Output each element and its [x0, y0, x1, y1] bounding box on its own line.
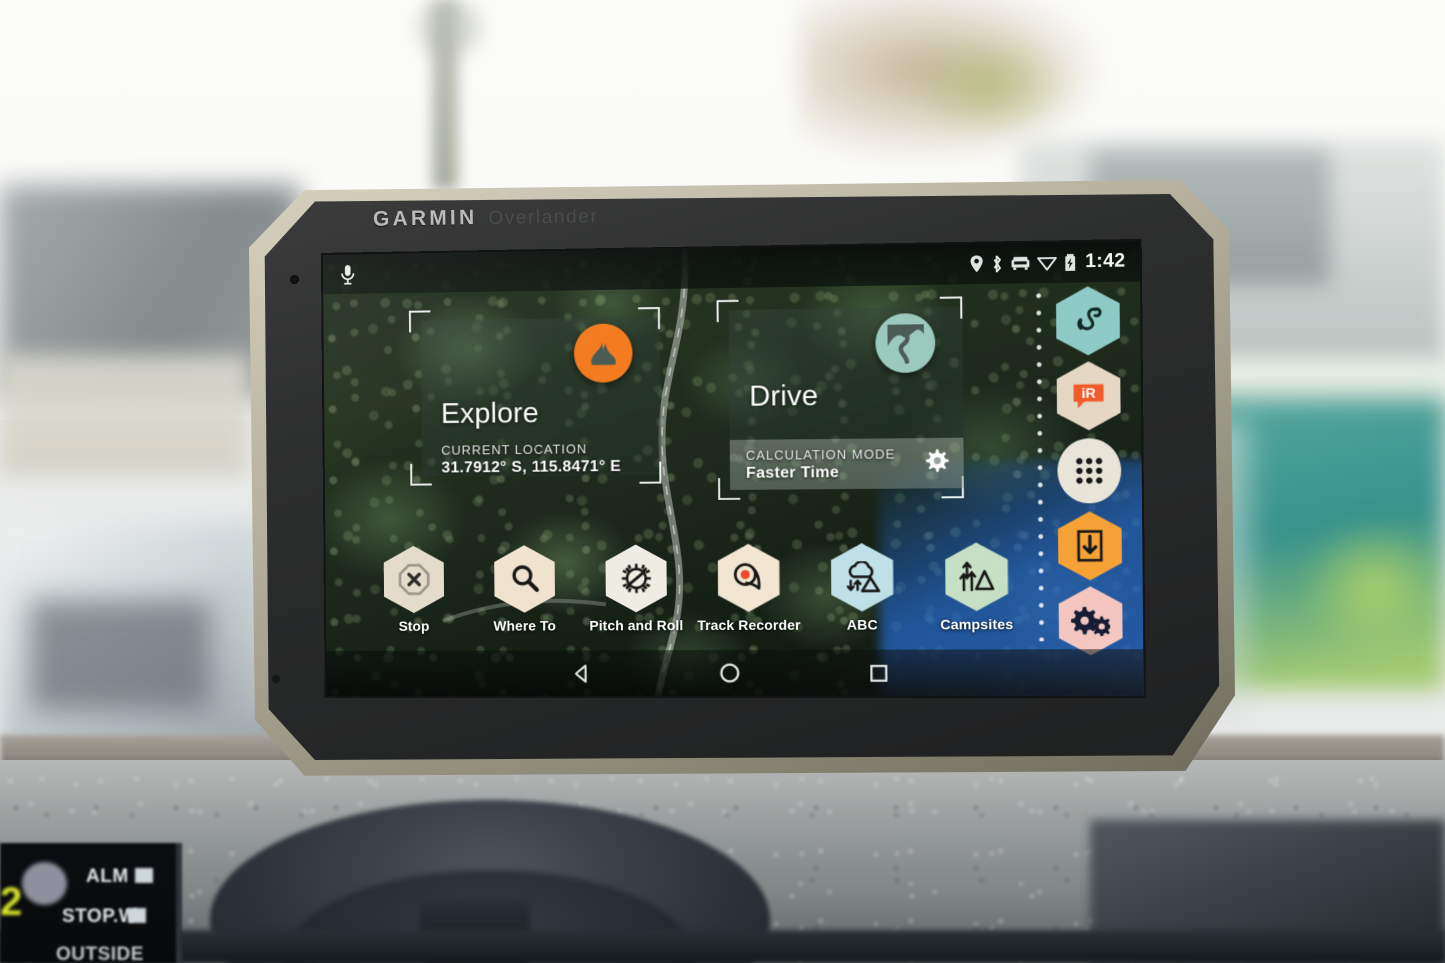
app-shortcut-stop[interactable]: Stop — [358, 546, 469, 653]
cluster-label-alm: ALM — [86, 866, 129, 887]
campsites-hex[interactable] — [945, 542, 1009, 611]
background-car-shadow — [30, 600, 210, 710]
bracket-top-right — [939, 296, 963, 319]
explore-card-title: Explore — [440, 397, 539, 430]
bracket-bottom-right — [639, 461, 662, 484]
explore-location-block: CURRENT LOCATION 31.7912° S, 115.8471° E — [441, 441, 621, 477]
bracket-top-right — [637, 306, 661, 330]
app-shortcut-abc[interactable]: ABC — [805, 543, 920, 652]
home-cards: Explore CURRENT LOCATION 31.7912° S, 115… — [323, 282, 1142, 541]
stop-hex[interactable] — [383, 546, 444, 613]
background-bush — [1300, 520, 1445, 660]
status-bar-icons: 1:42 — [970, 250, 1126, 275]
abc-hex[interactable] — [830, 543, 893, 612]
cluster-label-stopw: STOP.W — [62, 906, 138, 927]
bracket-top-left — [408, 310, 431, 333]
dock-item-phone[interactable] — [1056, 286, 1120, 356]
model-name: Overlander — [488, 206, 599, 229]
search-magnifier-icon — [508, 563, 540, 595]
device-screen[interactable]: 1:42 Explore CURRENT LOCATION 31.7912° S… — [322, 240, 1144, 697]
vehicle-icon — [1010, 255, 1030, 271]
device-branding: GARMIN Overlander — [373, 204, 599, 232]
app-shortcut-pitch-and-roll[interactable]: Pitch and Roll — [580, 544, 693, 652]
bracket-bottom-left — [410, 463, 432, 486]
wifi-icon — [1037, 255, 1057, 272]
garmin-overlander-device: GARMIN Overlander 1:42 Explore CURRENT L… — [245, 175, 1235, 780]
app-label: Stop — [398, 617, 430, 634]
apps-grid-icon — [1074, 456, 1105, 487]
inclinometer-gear-icon — [619, 561, 653, 595]
battery-charging-icon — [1064, 253, 1076, 272]
gear-icon[interactable] — [923, 447, 950, 478]
track-record-flag-icon — [731, 562, 765, 594]
dock-item-downloads[interactable] — [1058, 511, 1122, 580]
back-button[interactable] — [571, 663, 592, 684]
cluster-label-outside: OUTSIDE — [56, 944, 144, 963]
background-pole — [432, 0, 458, 190]
ir-message-icon: iR — [1070, 379, 1107, 412]
app-label: ABC — [846, 616, 878, 633]
clock-time: 1:42 — [1085, 250, 1126, 273]
trees-tent-icon — [958, 561, 995, 593]
track-recorder-hex[interactable] — [717, 544, 780, 612]
cluster-chip-stopw — [128, 908, 146, 923]
phone-icon — [1071, 304, 1104, 337]
cluster-indicator-glyph: 2 — [0, 880, 23, 924]
android-navigation-bar — [326, 649, 1144, 697]
explore-coordinates: 31.7912° S, 115.8471° E — [441, 457, 622, 477]
recents-button[interactable] — [869, 663, 888, 682]
right-dock: iR — [1035, 286, 1137, 642]
dock-item-all-apps[interactable] — [1057, 436, 1122, 505]
background-foliage-green — [905, 30, 1075, 140]
app-label: Where To — [493, 617, 557, 634]
app-shortcut-campsites[interactable]: Campsites — [919, 542, 1035, 651]
dock-item-inreach[interactable]: iR — [1057, 361, 1121, 431]
app-shortcut-where-to[interactable]: Where To — [469, 545, 581, 653]
background-left-wall — [0, 355, 250, 475]
app-shortcut-row: Stop Where To Pitch and Roll Track Recor… — [358, 542, 1036, 653]
location-pin-icon — [970, 255, 983, 273]
brand-name: GARMIN — [372, 206, 478, 231]
drive-card[interactable]: Drive CALCULATION MODE Faster Time — [716, 296, 964, 501]
photo-scene: 2 ALM STOP.W OUTSIDE GARMIN Overlander 1… — [0, 0, 1445, 963]
bluetooth-icon — [990, 254, 1003, 273]
svg-text:iR: iR — [1081, 385, 1095, 402]
cloud-altimeter-icon — [844, 561, 881, 593]
app-shortcut-track-recorder[interactable]: Track Recorder — [692, 544, 806, 653]
settings-gears-icon — [1070, 606, 1111, 637]
drive-sub-value: Faster Time — [745, 463, 840, 482]
stop-octagon-x-icon — [398, 564, 429, 596]
device-screw-dot — [272, 675, 280, 683]
microphone-icon[interactable] — [340, 264, 355, 285]
drive-sub-label: CALCULATION MODE — [745, 445, 896, 463]
dock-item-settings[interactable] — [1059, 586, 1123, 655]
cluster-chip-alm — [135, 868, 153, 883]
drive-card-title: Drive — [749, 379, 819, 413]
dashboard-lower-shadow — [0, 930, 1445, 963]
app-label: Pitch and Roll — [589, 617, 684, 634]
explore-sub-label: CURRENT LOCATION — [441, 441, 588, 458]
ambient-light-sensor — [290, 275, 299, 284]
app-label: Campsites — [940, 616, 1014, 633]
app-label: Track Recorder — [697, 616, 801, 634]
cluster-dial — [22, 862, 67, 905]
where-to-hex[interactable] — [494, 545, 556, 613]
calculation-mode-text: CALCULATION MODE Faster Time — [746, 446, 896, 482]
calculation-mode-strip[interactable]: CALCULATION MODE Faster Time — [729, 437, 964, 490]
home-button[interactable] — [719, 662, 741, 684]
download-icon — [1076, 530, 1103, 563]
pitch-and-roll-hex[interactable] — [605, 544, 667, 612]
explore-card[interactable]: Explore CURRENT LOCATION 31.7912° S, 115… — [408, 306, 662, 486]
bracket-top-left — [716, 299, 739, 323]
